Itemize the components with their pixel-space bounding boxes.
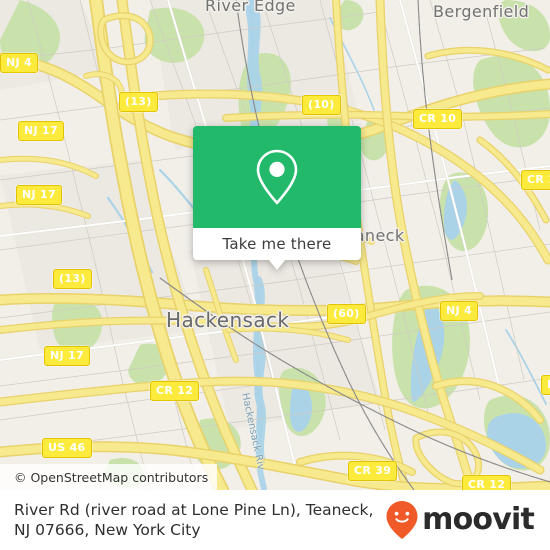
map-pin-icon <box>256 149 298 205</box>
route-shield-clipped[interactable]: N <box>541 375 550 395</box>
route-shield-cr-12[interactable]: CR 12 <box>150 381 200 401</box>
popup-icon-area <box>193 126 361 228</box>
route-shield-10[interactable]: (10) <box>302 95 341 115</box>
footer-bar: River Rd (river road at Lone Pine Ln), T… <box>0 490 550 550</box>
moovit-pin-face-icon <box>386 501 418 539</box>
moovit-logo[interactable]: moovit <box>385 500 536 540</box>
route-shield-nj-17-south[interactable]: NJ 17 <box>16 185 62 205</box>
attribution-text: © OpenStreetMap contributors <box>14 469 209 485</box>
route-shield-nj-4[interactable]: NJ 4 <box>0 53 38 73</box>
moovit-wordmark: moovit <box>422 502 535 537</box>
popup-tail-pointer <box>268 259 286 270</box>
route-shield-cr-10-east[interactable]: CR 10 <box>521 170 550 190</box>
address-text: River Rd (river road at Lone Pine Ln), T… <box>14 501 374 539</box>
route-shield-cr-10[interactable]: CR 10 <box>413 109 463 129</box>
route-shield-nj-17[interactable]: NJ 17 <box>18 121 64 141</box>
destination-popup-card[interactable]: Take me there <box>193 126 361 270</box>
map-canvas[interactable]: .rd { stroke:#f7e98e; stroke-linecap:rou… <box>0 0 550 490</box>
map-attribution[interactable]: © OpenStreetMap contributors <box>0 464 218 490</box>
route-shield-cr-12-east[interactable]: CR 12 <box>462 475 512 490</box>
route-shield-13-south[interactable]: (13) <box>53 269 92 289</box>
moovit-map-screenshot: .rd { stroke:#f7e98e; stroke-linecap:rou… <box>0 0 550 550</box>
route-shield-nj-17-lower[interactable]: NJ 17 <box>44 346 90 366</box>
route-shield-13[interactable]: (13) <box>119 92 158 112</box>
route-shield-60[interactable]: (60) <box>327 304 366 324</box>
take-me-there-button[interactable]: Take me there <box>193 228 361 260</box>
route-shield-us-46[interactable]: US 46 <box>42 438 92 458</box>
take-me-there-label: Take me there <box>222 235 332 253</box>
route-shield-cr-39[interactable]: CR 39 <box>348 461 398 481</box>
route-shield-nj-4-east[interactable]: NJ 4 <box>440 301 478 321</box>
